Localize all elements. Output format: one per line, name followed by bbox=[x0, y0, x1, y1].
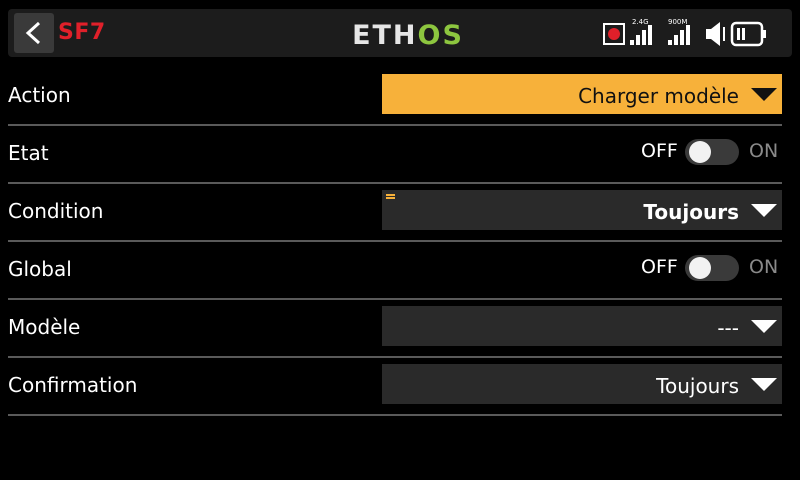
action-label: Action bbox=[8, 83, 71, 107]
modele-label: Modèle bbox=[8, 315, 81, 339]
back-icon bbox=[25, 21, 41, 45]
action-dropdown[interactable]: Charger modèle bbox=[382, 74, 782, 114]
header-bar: SF7 ETHOS 2.4G 900M bbox=[8, 9, 792, 57]
band-label-2-4g: 2.4G bbox=[632, 18, 649, 26]
row-etat: Etat OFF ON bbox=[8, 124, 782, 184]
global-label: Global bbox=[8, 257, 72, 281]
record-icon bbox=[603, 23, 625, 45]
action-value: Charger modèle bbox=[578, 84, 739, 108]
condition-value: Toujours bbox=[643, 200, 739, 224]
etat-label: Etat bbox=[8, 141, 49, 165]
row-action: Action Charger modèle bbox=[8, 66, 782, 126]
dropdown-arrow-icon bbox=[751, 204, 777, 217]
back-button[interactable] bbox=[14, 13, 54, 53]
row-modele: Modèle --- bbox=[8, 298, 782, 358]
dropdown-arrow-icon bbox=[751, 378, 777, 391]
dropdown-arrow-icon bbox=[751, 320, 777, 333]
menu-marker-icon bbox=[386, 194, 395, 201]
confirmation-label: Confirmation bbox=[8, 373, 138, 397]
toggle-on-label: ON bbox=[749, 140, 779, 162]
speaker-icon bbox=[706, 22, 725, 46]
toggle-off-label: OFF bbox=[641, 256, 678, 278]
row-global: Global OFF ON bbox=[8, 240, 782, 300]
dropdown-arrow-icon bbox=[751, 88, 777, 101]
row-condition: Condition Toujours bbox=[8, 182, 782, 242]
special-function-editor: SF7 ETHOS 2.4G 900M Action Charger modèl… bbox=[0, 0, 800, 480]
condition-dropdown[interactable]: Toujours bbox=[382, 190, 782, 230]
confirmation-dropdown[interactable]: Toujours bbox=[382, 364, 782, 404]
global-toggle[interactable]: OFF ON bbox=[641, 253, 782, 283]
page-title: SF7 bbox=[58, 20, 106, 45]
row-confirmation: Confirmation Toujours bbox=[8, 356, 782, 416]
toggle-off-label: OFF bbox=[641, 140, 678, 162]
signal-bars-icon: 900M bbox=[668, 18, 690, 45]
modele-dropdown[interactable]: --- bbox=[382, 306, 782, 346]
toggle-knob bbox=[689, 141, 711, 163]
modele-value: --- bbox=[717, 316, 739, 340]
condition-label: Condition bbox=[8, 199, 104, 223]
status-bar: 2.4G 900M bbox=[603, 18, 766, 47]
etat-toggle[interactable]: OFF ON bbox=[641, 137, 782, 167]
signal-bars-icon: 2.4G bbox=[630, 18, 652, 45]
svg-text:ETHOS: ETHOS bbox=[352, 20, 464, 49]
band-label-900m: 900M bbox=[668, 18, 687, 26]
battery-icon bbox=[730, 21, 766, 47]
confirmation-value: Toujours bbox=[656, 374, 739, 398]
toggle-on-label: ON bbox=[749, 256, 779, 278]
ethos-logo: ETHOS bbox=[352, 20, 464, 49]
toggle-knob bbox=[689, 257, 711, 279]
